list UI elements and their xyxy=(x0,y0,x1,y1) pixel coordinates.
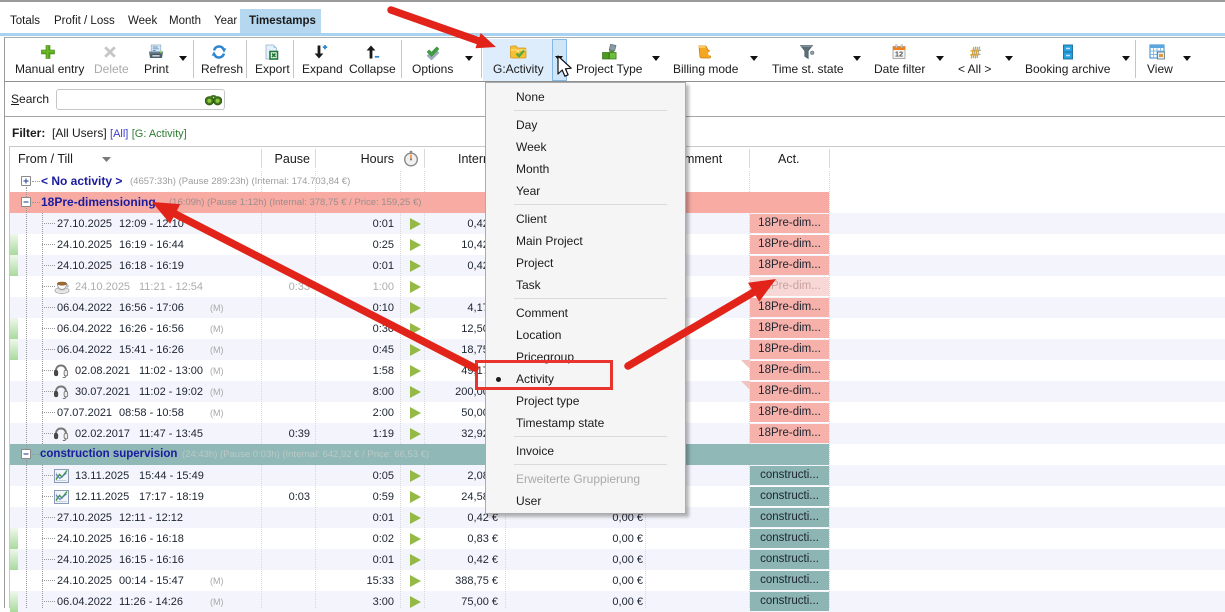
svg-text:#: # xyxy=(969,44,979,60)
svg-text:12: 12 xyxy=(895,50,903,59)
